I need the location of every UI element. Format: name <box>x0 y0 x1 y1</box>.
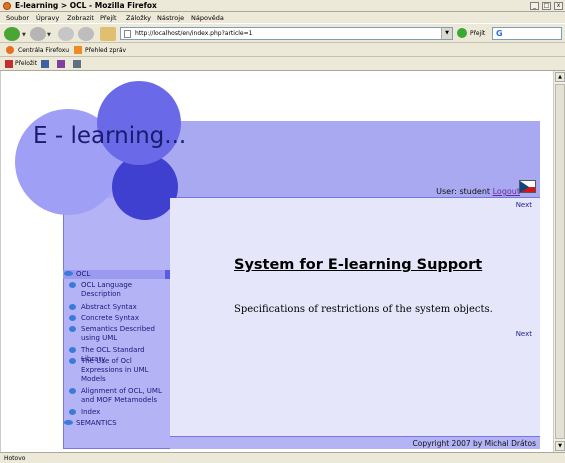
copyright-text: Copyright 2007 by Michal Drátos <box>412 439 536 448</box>
status-text: Hotovo <box>4 455 26 462</box>
navigation-toolbar: ▼ ▼ http://localhost/en/index.php?articl… <box>0 23 565 43</box>
nav-bullet-icon <box>69 347 76 353</box>
main-content: Next System for E-learning Support Speci… <box>170 198 540 436</box>
go-icon[interactable] <box>457 28 467 38</box>
window-titlebar: E-learning > OCL - Mozilla Firefox _ □ x <box>0 0 565 12</box>
nav-bullet-icon <box>69 326 76 332</box>
extension-toolbar: Přeložit <box>0 57 565 71</box>
next-link-bottom[interactable]: Next <box>516 330 532 338</box>
vertical-scrollbar[interactable]: ▲ ▼ <box>553 71 565 452</box>
menu-go[interactable]: Přejít <box>100 14 117 22</box>
reload-icon[interactable] <box>58 27 74 41</box>
menu-view[interactable]: Zobrazit <box>67 14 94 22</box>
bookmarks-toolbar: Centrála Firefoxu Přehled zpráv <box>0 43 565 57</box>
minimize-button[interactable]: _ <box>530 2 539 10</box>
scroll-up-icon[interactable]: ▲ <box>555 72 565 82</box>
menu-edit[interactable]: Úpravy <box>36 14 59 22</box>
forward-icon[interactable] <box>30 27 46 41</box>
google-icon[interactable]: G <box>496 29 503 38</box>
czech-flag-icon[interactable] <box>519 180 536 193</box>
menu-file[interactable]: Soubor <box>6 14 29 22</box>
toolbar-tool-icon[interactable] <box>41 60 49 68</box>
nav-arrow-icon <box>64 271 73 276</box>
toolbar-tool-icon[interactable] <box>73 60 81 68</box>
page-footer: Copyright 2007 by Michal Drátos <box>170 436 540 449</box>
firefox-icon <box>6 46 14 54</box>
scroll-thumb[interactable] <box>555 84 565 439</box>
home-icon[interactable] <box>100 27 116 41</box>
page-heading: System for E-learning Support <box>234 257 483 273</box>
firefox-icon <box>3 2 11 10</box>
close-button[interactable]: x <box>554 2 563 10</box>
menu-bookmarks[interactable]: Záložky <box>126 14 151 22</box>
user-label: User: student <box>436 187 491 196</box>
address-bar[interactable]: http://localhost/en/index.php?article=1 … <box>120 27 453 40</box>
toolbar-tool-icon[interactable] <box>57 60 65 68</box>
back-dropdown-icon[interactable]: ▼ <box>22 32 26 38</box>
search-input[interactable]: G <box>492 27 562 40</box>
nav-bullet-icon <box>69 282 76 288</box>
rss-icon <box>74 46 82 54</box>
stop-icon[interactable] <box>78 27 94 41</box>
site-title: E - learning... <box>33 123 187 149</box>
translate-icon[interactable] <box>5 60 13 68</box>
maximize-button[interactable]: □ <box>542 2 551 10</box>
translate-button[interactable]: Přeložit <box>15 60 37 67</box>
page-viewport: E - learning... User: student Logout Nex… <box>0 71 553 452</box>
window-title: E-learning > OCL - Mozilla Firefox <box>15 1 157 10</box>
bookmark-firefox-central[interactable]: Centrála Firefoxu <box>18 47 69 54</box>
nav-bullet-icon <box>69 304 76 310</box>
logout-link[interactable]: Logout <box>493 187 520 196</box>
bookmark-news[interactable]: Přehled zpráv <box>85 47 126 54</box>
scroll-down-icon[interactable]: ▼ <box>555 441 565 451</box>
address-url[interactable]: http://localhost/en/index.php?article=1 <box>135 30 252 37</box>
go-button[interactable]: Přejít <box>470 30 485 37</box>
user-info: User: student Logout <box>436 187 520 196</box>
nav-bullet-icon <box>69 315 76 321</box>
menu-bar: Soubor Úpravy Zobrazit Přejít Záložky Ná… <box>0 12 565 23</box>
page-icon <box>124 30 131 38</box>
nav-bullet-icon <box>69 358 76 364</box>
nav-bullet-icon <box>69 388 76 394</box>
back-icon[interactable] <box>4 27 20 41</box>
nav-bullet-icon <box>69 409 76 415</box>
nav-item-ocl[interactable]: OCL <box>63 270 170 279</box>
nav-arrow-icon <box>64 420 73 425</box>
next-link-top[interactable]: Next <box>516 201 532 209</box>
menu-tools[interactable]: Nástroje <box>157 14 184 22</box>
page-text: Specifications of restrictions of the sy… <box>234 304 493 315</box>
forward-dropdown-icon[interactable]: ▼ <box>47 32 51 38</box>
menu-help[interactable]: Nápověda <box>191 14 224 22</box>
address-dropdown-icon[interactable]: ▼ <box>441 28 452 39</box>
status-bar: Hotovo <box>0 452 565 463</box>
